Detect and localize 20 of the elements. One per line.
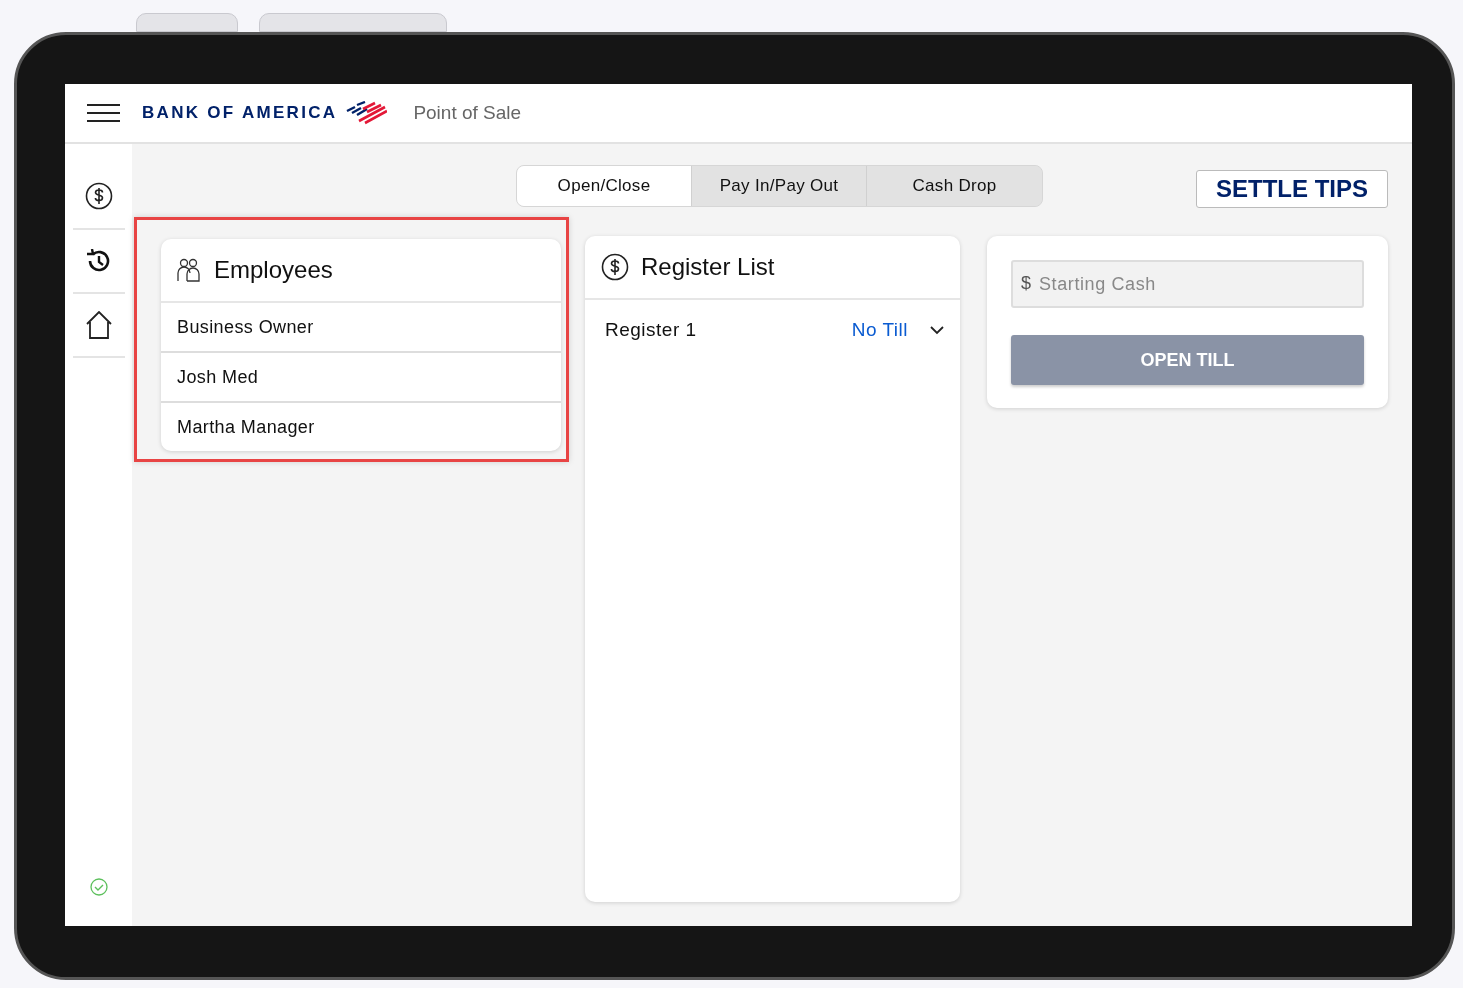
employee-item[interactable]: Business Owner bbox=[161, 303, 561, 353]
people-icon bbox=[177, 258, 202, 282]
employee-item[interactable]: Josh Med bbox=[161, 353, 561, 403]
currency-prefix: $ bbox=[1021, 273, 1031, 294]
dollar-icon bbox=[601, 253, 629, 281]
tab[interactable]: Open/Close bbox=[517, 166, 692, 206]
settle-tips-button[interactable]: SETTLE TIPS bbox=[1196, 170, 1388, 208]
menu-icon[interactable] bbox=[87, 104, 120, 122]
till-status: No Till bbox=[851, 319, 908, 341]
logo-text: BANK OF AMERICA bbox=[142, 103, 338, 123]
check-circle-icon bbox=[89, 878, 108, 896]
history-icon[interactable] bbox=[85, 249, 112, 273]
register-name: Register 1 bbox=[605, 319, 698, 341]
card-title: Register List bbox=[641, 253, 775, 281]
card-title: Employees bbox=[214, 256, 333, 284]
employee-item[interactable]: Martha Manager bbox=[161, 403, 561, 451]
chevron-down-icon[interactable] bbox=[930, 325, 944, 335]
dollar-icon[interactable] bbox=[84, 182, 113, 210]
home-icon[interactable] bbox=[85, 311, 112, 339]
app-title: Point of Sale bbox=[413, 102, 522, 124]
